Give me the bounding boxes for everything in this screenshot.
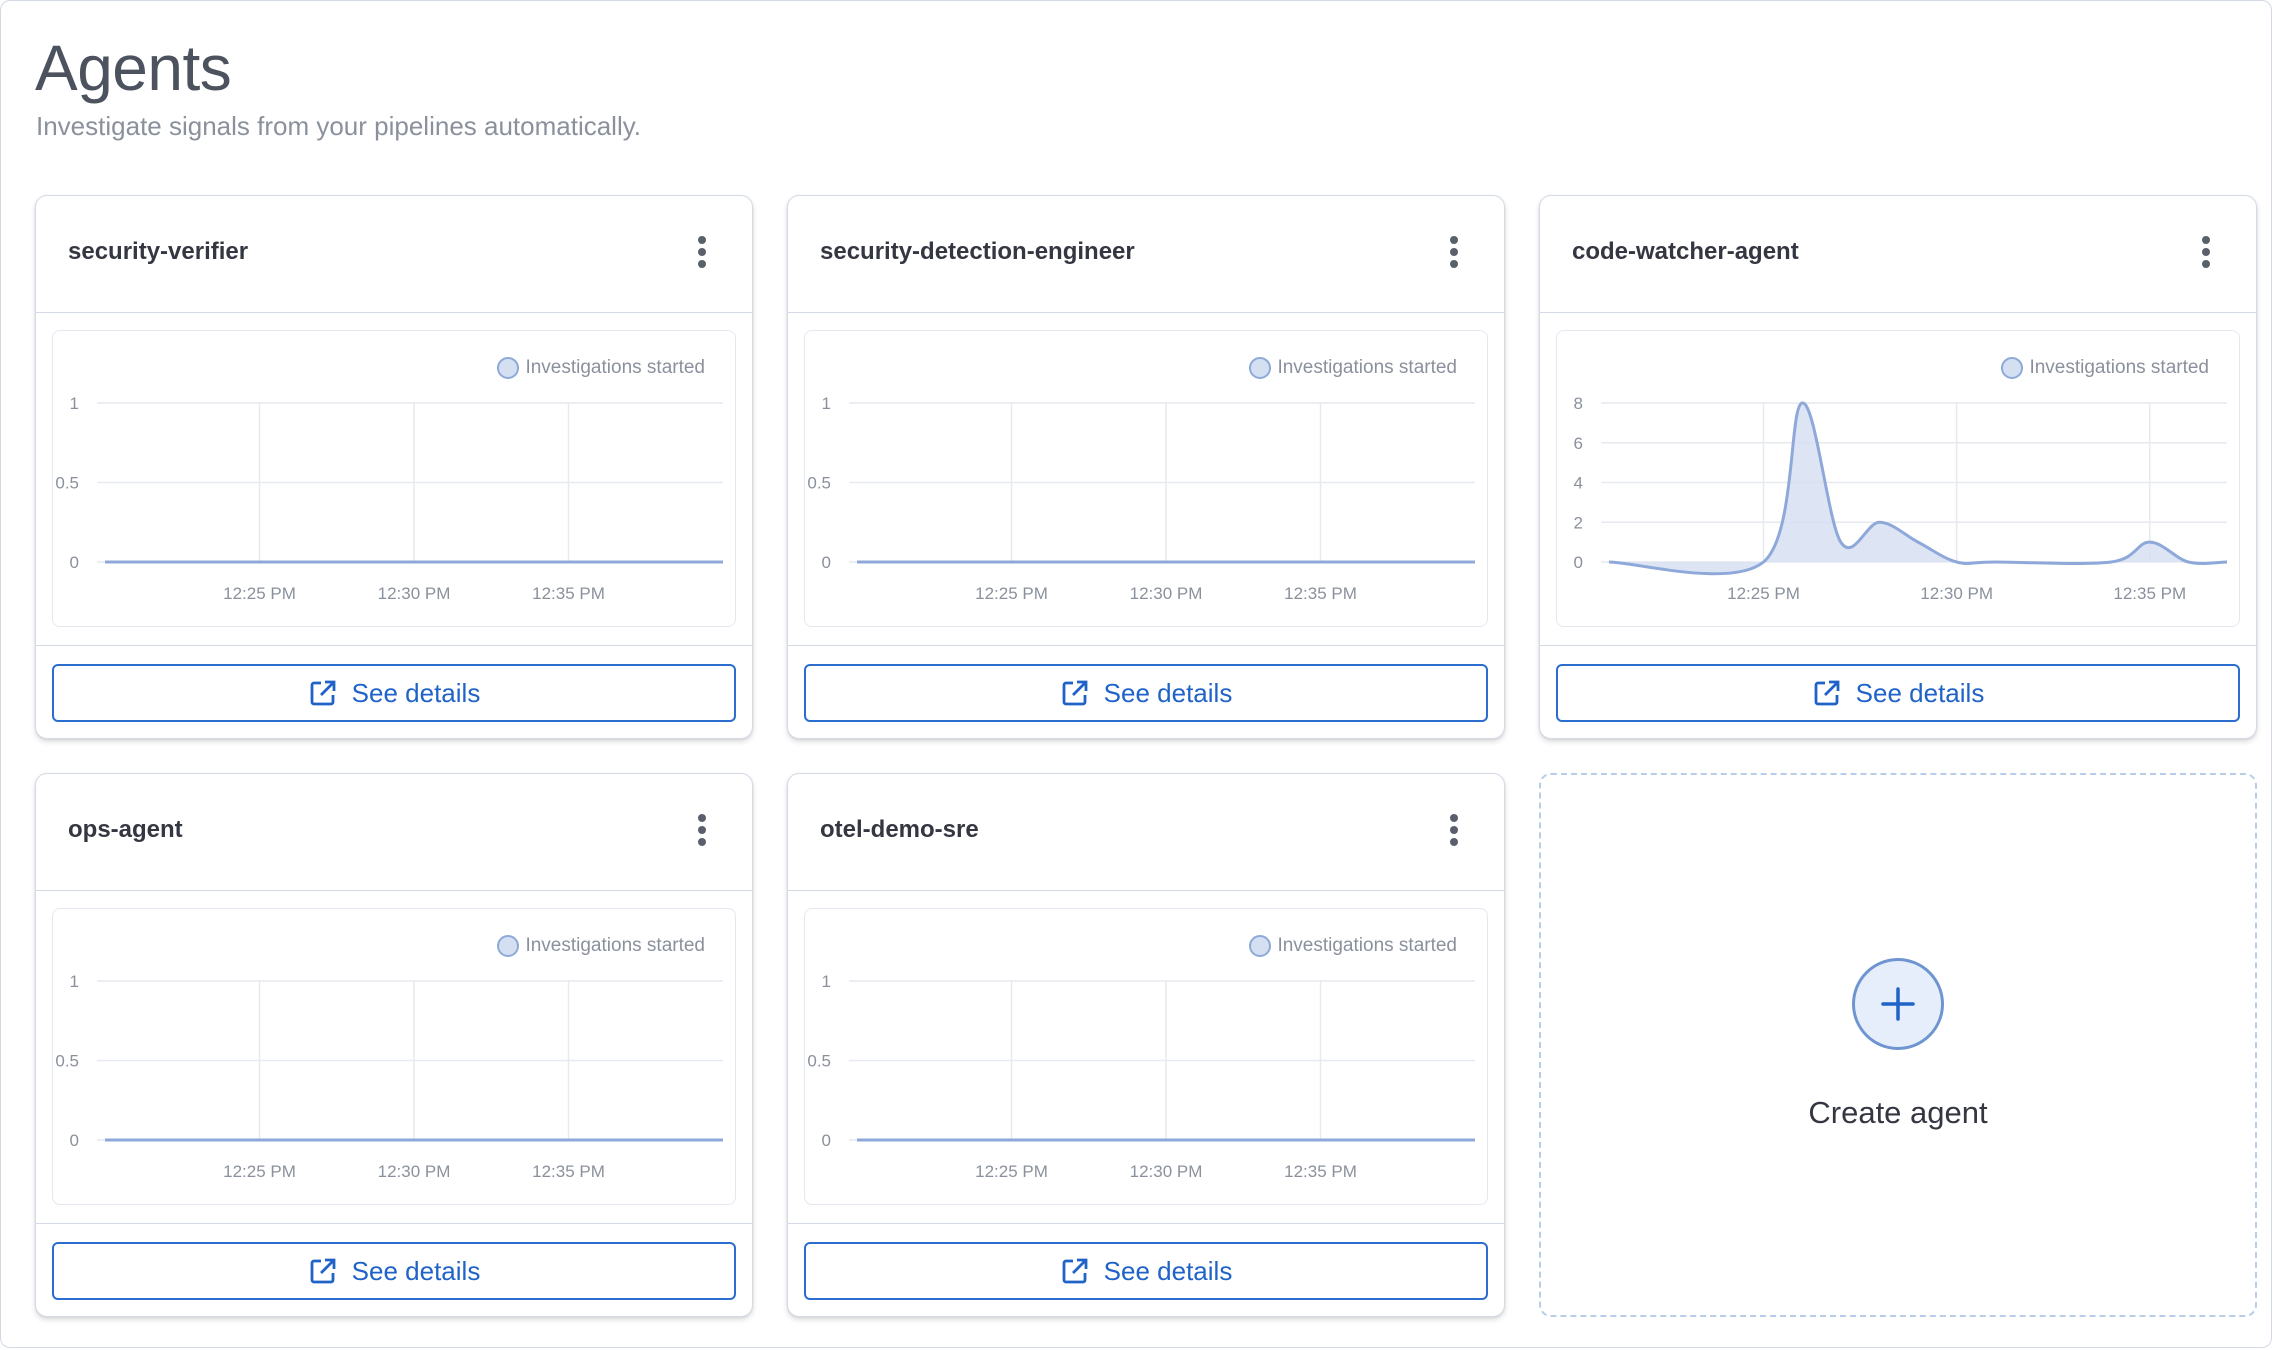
y-tick-label: 0.5 bbox=[55, 1052, 79, 1071]
legend-swatch bbox=[497, 935, 520, 957]
y-tick-label: 1 bbox=[822, 972, 831, 991]
legend-swatch bbox=[497, 357, 520, 379]
investigations-chart: 0 0.5 1 12:25 PM 12:30 PM 12:35 PM Investigat… bbox=[804, 330, 1488, 627]
legend-label: Investigations started bbox=[525, 357, 705, 378]
y-tick-label: 0.5 bbox=[807, 474, 831, 493]
see-details-button[interactable]: See details bbox=[804, 1242, 1488, 1300]
agent-card: ops-agent 0 0.5 1 12:25 PM 12:30 PM 12:35 PM … bbox=[35, 773, 753, 1317]
y-tick-label: 6 bbox=[1574, 434, 1583, 453]
legend-swatch bbox=[2001, 357, 2024, 379]
divider bbox=[788, 1223, 1504, 1224]
y-tick-label: 0 bbox=[1574, 553, 1583, 572]
x-tick-label: 12:35 PM bbox=[1284, 1162, 1357, 1181]
y-tick-label: 0 bbox=[822, 553, 831, 572]
see-details-label: See details bbox=[1855, 677, 1985, 708]
chart-legend: Investigations started bbox=[1249, 935, 1457, 957]
legend-label: Investigations started bbox=[1277, 357, 1457, 378]
x-tick-label: 12:35 PM bbox=[1284, 584, 1357, 603]
y-tick-label: 1 bbox=[70, 972, 79, 991]
external-link-icon bbox=[1062, 1258, 1088, 1284]
kebab-menu-icon[interactable] bbox=[1442, 232, 1466, 272]
page-title: Agents bbox=[35, 32, 232, 104]
investigations-chart: 0 0.5 1 12:25 PM 12:30 PM 12:35 PM Investigat… bbox=[804, 908, 1488, 1205]
see-details-label: See details bbox=[1103, 1255, 1233, 1286]
chart-legend: Investigations started bbox=[1249, 357, 1457, 379]
external-link-icon bbox=[310, 680, 336, 706]
see-details-button[interactable]: See details bbox=[52, 1242, 736, 1300]
card-header: security-detection-engineer bbox=[788, 196, 1504, 313]
external-link-icon bbox=[310, 1258, 336, 1284]
agent-card: code-watcher-agent 0 2 4 6 8 12:25 PM 12:30 PM… bbox=[1539, 195, 2257, 739]
see-details-label: See details bbox=[1103, 677, 1233, 708]
legend-swatch bbox=[1249, 357, 1272, 379]
y-tick-label: 1 bbox=[70, 394, 79, 413]
external-link-icon bbox=[1814, 680, 1840, 706]
agent-name: code-watcher-agent bbox=[1572, 238, 1799, 265]
kebab-menu-icon[interactable] bbox=[1442, 810, 1466, 850]
chart-legend: Investigations started bbox=[497, 935, 705, 957]
agents-panel: Agents Investigate signals from your pip… bbox=[0, 0, 2272, 1348]
agent-name: security-detection-engineer bbox=[820, 238, 1135, 265]
card-header: security-verifier bbox=[36, 196, 752, 313]
y-tick-label: 0 bbox=[70, 1131, 79, 1150]
investigations-chart: 0 2 4 6 8 12:25 PM 12:30 PM 12:35 PM Investigat… bbox=[1556, 330, 2240, 627]
create-agent-card[interactable]: Create agent bbox=[1539, 773, 2257, 1317]
y-tick-label: 8 bbox=[1574, 394, 1583, 413]
see-details-label: See details bbox=[351, 1255, 481, 1286]
x-tick-label: 12:35 PM bbox=[532, 584, 605, 603]
x-tick-label: 12:25 PM bbox=[975, 1162, 1048, 1181]
x-tick-label: 12:25 PM bbox=[975, 584, 1048, 603]
agent-name: security-verifier bbox=[68, 238, 249, 265]
agent-name: ops-agent bbox=[68, 816, 183, 843]
external-link-icon bbox=[1062, 680, 1088, 706]
y-tick-label: 0.5 bbox=[807, 1052, 831, 1071]
legend-label: Investigations started bbox=[1277, 935, 1457, 956]
x-tick-label: 12:30 PM bbox=[1920, 584, 1993, 603]
x-tick-label: 12:30 PM bbox=[378, 1162, 451, 1181]
y-tick-label: 1 bbox=[822, 394, 831, 413]
series-area bbox=[1609, 402, 2227, 574]
x-tick-label: 12:35 PM bbox=[2113, 584, 2186, 603]
agent-card: security-verifier 0 0.5 1 12:25 PM 12:30 PM 1… bbox=[35, 195, 753, 739]
divider bbox=[788, 645, 1504, 646]
see-details-button[interactable]: See details bbox=[52, 664, 736, 722]
x-tick-label: 12:25 PM bbox=[223, 1162, 296, 1181]
divider bbox=[36, 1223, 752, 1224]
legend-swatch bbox=[1249, 935, 1272, 957]
divider bbox=[1540, 645, 2256, 646]
legend-label: Investigations started bbox=[2029, 357, 2209, 378]
card-header: ops-agent bbox=[36, 774, 752, 891]
page-subtitle: Investigate signals from your pipelines … bbox=[36, 111, 642, 141]
x-tick-label: 12:25 PM bbox=[1727, 584, 1800, 603]
legend-label: Investigations started bbox=[525, 935, 705, 956]
x-tick-label: 12:35 PM bbox=[532, 1162, 605, 1181]
x-tick-label: 12:30 PM bbox=[378, 584, 451, 603]
y-tick-label: 0 bbox=[822, 1131, 831, 1150]
chart-legend: Investigations started bbox=[2001, 357, 2209, 379]
kebab-menu-icon[interactable] bbox=[690, 810, 714, 850]
agent-card: security-detection-engineer 0 0.5 1 12:25 P… bbox=[787, 195, 1505, 739]
y-tick-label: 0 bbox=[70, 553, 79, 572]
investigations-chart: 0 0.5 1 12:25 PM 12:30 PM 12:35 PM Investigat… bbox=[52, 330, 736, 627]
agent-card: otel-demo-sre 0 0.5 1 12:25 PM 12:30 PM 12:35… bbox=[787, 773, 1505, 1317]
create-agent-label: Create agent bbox=[1808, 1095, 1988, 1130]
kebab-menu-icon[interactable] bbox=[690, 232, 714, 272]
investigations-chart: 0 0.5 1 12:25 PM 12:30 PM 12:35 PM Investigat… bbox=[52, 908, 736, 1205]
card-header: otel-demo-sre bbox=[788, 774, 1504, 891]
chart-legend: Investigations started bbox=[497, 357, 705, 379]
divider bbox=[36, 645, 752, 646]
x-tick-label: 12:30 PM bbox=[1130, 1162, 1203, 1181]
kebab-menu-icon[interactable] bbox=[2194, 232, 2218, 272]
see-details-label: See details bbox=[351, 677, 481, 708]
x-tick-label: 12:30 PM bbox=[1130, 584, 1203, 603]
see-details-button[interactable]: See details bbox=[804, 664, 1488, 722]
see-details-button[interactable]: See details bbox=[1556, 664, 2240, 722]
agent-name: otel-demo-sre bbox=[820, 816, 979, 843]
plus-icon[interactable] bbox=[1852, 958, 1944, 1050]
y-tick-label: 4 bbox=[1574, 474, 1583, 493]
x-tick-label: 12:25 PM bbox=[223, 584, 296, 603]
y-tick-label: 0.5 bbox=[55, 474, 79, 493]
y-tick-label: 2 bbox=[1574, 513, 1583, 532]
card-header: code-watcher-agent bbox=[1540, 196, 2256, 313]
